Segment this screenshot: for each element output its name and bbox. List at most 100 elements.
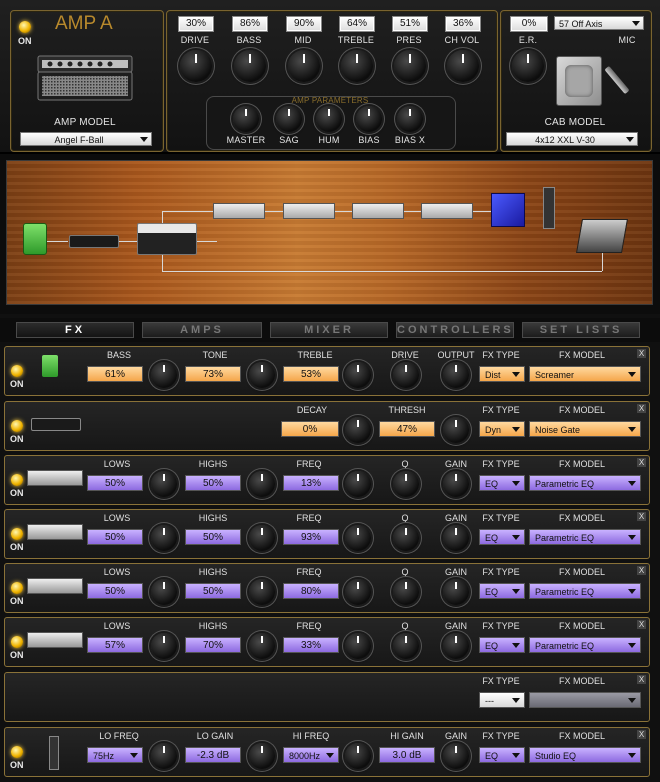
drive-knob[interactable] xyxy=(180,50,212,82)
fx-power-led[interactable] xyxy=(11,474,23,486)
freq-value[interactable]: 80% xyxy=(283,583,339,599)
mixer-output-icon[interactable] xyxy=(576,219,628,253)
close-icon[interactable]: X xyxy=(637,675,646,684)
lows-knob[interactable] xyxy=(151,579,177,605)
pres-knob[interactable] xyxy=(394,50,426,82)
fx-type-select[interactable]: EQ xyxy=(479,475,525,491)
fx-power-led[interactable] xyxy=(11,636,23,648)
amp-power-led[interactable] xyxy=(19,21,31,33)
lows-value[interactable]: 57% xyxy=(87,637,143,653)
tab-amps[interactable]: AMPS xyxy=(142,322,262,338)
highs-knob[interactable] xyxy=(249,471,275,497)
mic-select[interactable]: 57 Off Axis xyxy=(554,16,644,30)
highs-value[interactable]: 70% xyxy=(185,637,241,653)
gain-knob[interactable] xyxy=(443,471,469,497)
fx-model-select[interactable]: Studio EQ xyxy=(529,747,641,763)
tab-controllers[interactable]: CONTROLLERS xyxy=(396,322,514,338)
gain-knob[interactable] xyxy=(443,743,469,769)
freq-value[interactable]: 93% xyxy=(283,529,339,545)
close-icon[interactable]: X xyxy=(637,512,646,521)
freq-knob[interactable] xyxy=(345,579,371,605)
bias-knob[interactable] xyxy=(356,106,382,132)
bass-value[interactable]: 61% xyxy=(87,366,143,382)
fx-type-select[interactable]: Dist xyxy=(479,366,525,382)
eq-unit-2-icon[interactable] xyxy=(283,203,335,219)
fx-type-select[interactable]: EQ xyxy=(479,747,525,763)
master-knob[interactable] xyxy=(233,106,259,132)
close-icon[interactable]: X xyxy=(637,566,646,575)
tab-set-lists[interactable]: SET LISTS xyxy=(522,322,640,338)
q-knob[interactable] xyxy=(393,633,419,659)
treble-knob[interactable] xyxy=(341,50,373,82)
highs-value[interactable]: 50% xyxy=(185,583,241,599)
highs-knob[interactable] xyxy=(249,633,275,659)
treble-value[interactable]: 53% xyxy=(283,366,339,382)
fx-type-select[interactable]: Dyn xyxy=(479,421,525,437)
drive-knob[interactable] xyxy=(393,362,419,388)
fx-type-select[interactable]: --- xyxy=(479,692,525,708)
lo-freq-knob[interactable] xyxy=(151,743,177,769)
fx-power-led[interactable] xyxy=(11,746,23,758)
q-knob[interactable] xyxy=(393,525,419,551)
fx-type-select[interactable]: EQ xyxy=(479,529,525,545)
fx-model-select[interactable]: Parametric EQ xyxy=(529,583,641,599)
sag-knob[interactable] xyxy=(276,106,302,132)
fx-model-select[interactable]: Parametric EQ xyxy=(529,475,641,491)
freq-knob[interactable] xyxy=(345,471,371,497)
thresh-value[interactable]: 47% xyxy=(379,421,435,437)
fx-model-select[interactable] xyxy=(529,692,641,708)
highs-knob[interactable] xyxy=(249,579,275,605)
hum-knob[interactable] xyxy=(316,106,342,132)
highs-knob[interactable] xyxy=(249,525,275,551)
lows-knob[interactable] xyxy=(151,525,177,551)
er-knob[interactable] xyxy=(512,50,544,82)
amp-head-stage-icon[interactable] xyxy=(137,223,197,255)
fx-model-select[interactable]: Screamer xyxy=(529,366,641,382)
decay-knob[interactable] xyxy=(345,417,371,443)
fx-type-select[interactable]: EQ xyxy=(479,583,525,599)
highs-value[interactable]: 50% xyxy=(185,475,241,491)
close-icon[interactable]: X xyxy=(637,730,646,739)
lows-value[interactable]: 50% xyxy=(87,475,143,491)
tone-value[interactable]: 73% xyxy=(185,366,241,382)
fx-model-select[interactable]: Parametric EQ xyxy=(529,529,641,545)
lo-gain-value[interactable]: -2.3 dB xyxy=(185,747,241,763)
eq-unit-4-icon[interactable] xyxy=(421,203,473,219)
lo-freq-select[interactable]: 75Hz xyxy=(87,747,143,763)
treble-knob[interactable] xyxy=(345,362,371,388)
q-knob[interactable] xyxy=(393,579,419,605)
fx-model-select[interactable]: Noise Gate xyxy=(529,421,641,437)
decay-value[interactable]: 0% xyxy=(281,421,339,437)
lows-value[interactable]: 50% xyxy=(87,529,143,545)
lo-gain-knob[interactable] xyxy=(249,743,275,769)
close-icon[interactable]: X xyxy=(637,349,646,358)
tone-knob[interactable] xyxy=(249,362,275,388)
freq-value[interactable]: 13% xyxy=(283,475,339,491)
gain-knob[interactable] xyxy=(443,633,469,659)
ch-vol-knob[interactable] xyxy=(447,50,479,82)
bias-x-knob[interactable] xyxy=(397,106,423,132)
q-knob[interactable] xyxy=(393,471,419,497)
fx-power-led[interactable] xyxy=(11,582,23,594)
amp-model-select[interactable]: Angel F-Ball xyxy=(20,132,152,146)
fx-type-select[interactable]: EQ xyxy=(479,637,525,653)
fx-power-led[interactable] xyxy=(11,365,23,377)
gain-knob[interactable] xyxy=(443,579,469,605)
bass-knob[interactable] xyxy=(151,362,177,388)
fx-power-led[interactable] xyxy=(11,420,23,432)
hi-freq-knob[interactable] xyxy=(345,743,371,769)
hi-gain-value[interactable]: 3.0 dB xyxy=(379,747,435,763)
output-knob[interactable] xyxy=(443,362,469,388)
screamer-pedal-icon[interactable] xyxy=(23,223,47,255)
gain-knob[interactable] xyxy=(443,525,469,551)
lows-knob[interactable] xyxy=(151,633,177,659)
freq-value[interactable]: 33% xyxy=(283,637,339,653)
lows-knob[interactable] xyxy=(151,471,177,497)
fx-model-select[interactable]: Parametric EQ xyxy=(529,637,641,653)
mid-knob[interactable] xyxy=(288,50,320,82)
tab-mixer[interactable]: MIXER xyxy=(270,322,388,338)
studio-eq-icon[interactable] xyxy=(543,187,555,229)
bass-knob[interactable] xyxy=(234,50,266,82)
eq-unit-3-icon[interactable] xyxy=(352,203,404,219)
cab-model-select[interactable]: 4x12 XXL V-30 xyxy=(506,132,638,146)
